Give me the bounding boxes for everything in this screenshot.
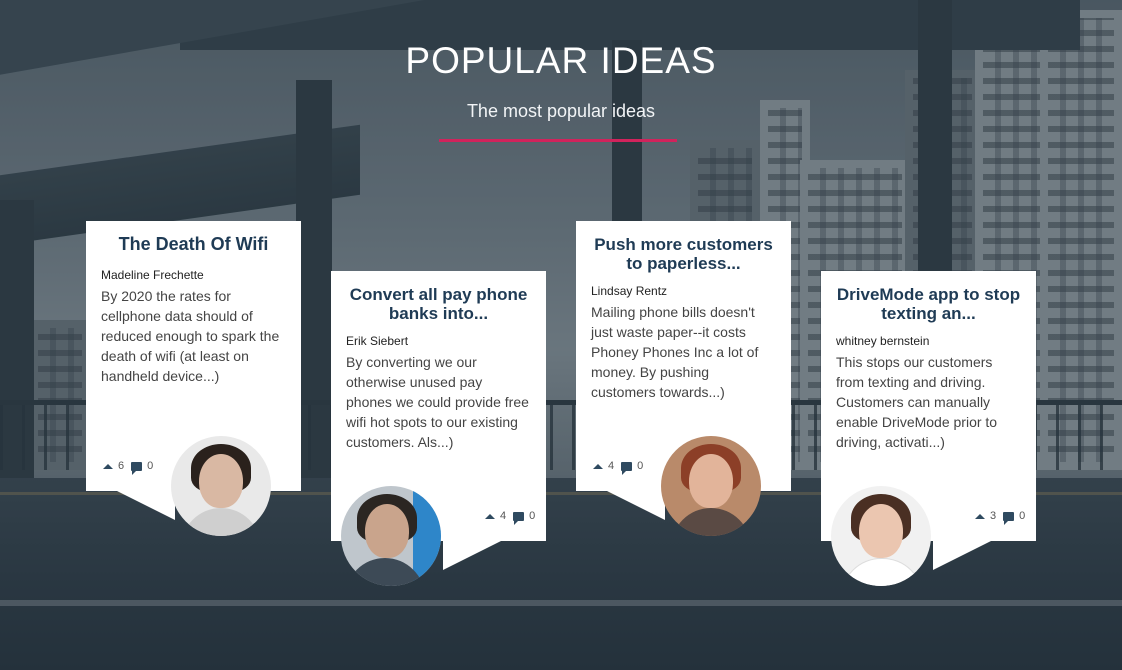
vote-count: 4 <box>500 510 507 522</box>
author-avatar[interactable] <box>661 436 761 536</box>
section-header: POPULAR IDEAS The most popular ideas <box>0 38 1122 122</box>
vote-count: 3 <box>990 510 997 522</box>
comment-icon[interactable] <box>621 461 633 475</box>
author-avatar[interactable] <box>171 436 271 536</box>
idea-excerpt: By converting we our otherwise unused pa… <box>346 354 529 450</box>
idea-title[interactable]: Convert all pay phone banks into... <box>346 285 531 323</box>
comment-icon[interactable] <box>513 511 525 525</box>
comment-count: 0 <box>529 510 536 522</box>
idea-author[interactable]: Madeline Frechette <box>101 268 286 283</box>
author-avatar[interactable] <box>831 486 931 586</box>
idea-author[interactable]: Lindsay Rentz <box>591 284 776 299</box>
comment-icon[interactable] <box>131 461 143 475</box>
idea-stats: 4 0 <box>485 510 536 525</box>
vote-up-icon[interactable] <box>975 513 985 519</box>
author-avatar[interactable] <box>341 486 441 586</box>
comment-icon[interactable] <box>1003 511 1015 525</box>
vote-up-icon[interactable] <box>485 513 495 519</box>
card-pointer <box>443 540 503 570</box>
idea-title[interactable]: Push more customers to paperless... <box>591 235 776 273</box>
idea-author[interactable]: whitney bernstein <box>836 334 1021 349</box>
comment-count: 0 <box>147 460 154 472</box>
idea-title[interactable]: The Death Of Wifi <box>101 235 286 254</box>
ideascale-badge-icon <box>413 486 441 586</box>
vote-up-icon[interactable] <box>103 463 113 469</box>
card-pointer <box>115 490 175 520</box>
idea-stats: 4 0 <box>593 460 644 475</box>
page-subtitle: The most popular ideas <box>466 101 656 121</box>
idea-title[interactable]: DriveMode app to stop texting an... <box>836 285 1021 323</box>
page-title: POPULAR IDEAS <box>405 40 717 81</box>
idea-excerpt: Mailing phone bills doesn't just waste p… <box>591 304 759 400</box>
card-pointer <box>605 490 665 520</box>
idea-excerpt: By 2020 the rates for cellphone data sho… <box>101 288 280 384</box>
idea-excerpt: This stops our customers from texting an… <box>836 354 998 450</box>
comment-count: 0 <box>637 460 644 472</box>
title-underline <box>439 139 677 142</box>
idea-stats: 3 0 <box>975 510 1026 525</box>
vote-up-icon[interactable] <box>593 463 603 469</box>
idea-stats: 6 0 <box>103 460 154 475</box>
vote-count: 6 <box>118 460 125 472</box>
comment-count: 0 <box>1019 510 1026 522</box>
card-pointer <box>933 540 993 570</box>
vote-count: 4 <box>608 460 615 472</box>
idea-author[interactable]: Erik Siebert <box>346 334 531 349</box>
